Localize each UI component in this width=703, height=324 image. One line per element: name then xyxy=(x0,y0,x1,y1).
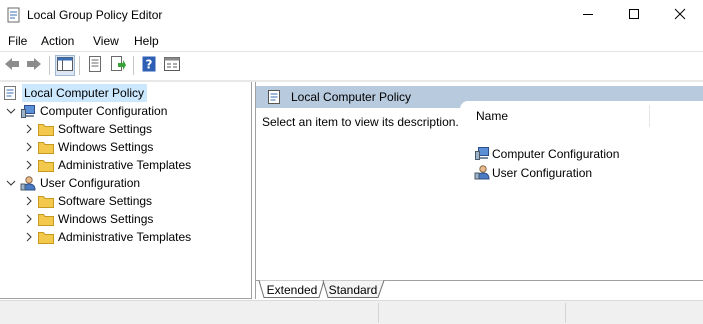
maximize-icon xyxy=(628,8,640,23)
title-bar: Local Group Policy Editor xyxy=(0,0,703,31)
tree-item-computer-windows-settings[interactable]: Windows Settings xyxy=(24,138,153,156)
toolbar: ? xyxy=(0,52,703,80)
chevron-right-icon[interactable] xyxy=(24,160,34,170)
chevron-right-icon[interactable] xyxy=(24,232,34,242)
back-arrow-icon xyxy=(4,57,20,74)
tree-item-label: Software Settings xyxy=(58,194,153,208)
status-separator xyxy=(378,303,379,323)
svg-text:?: ? xyxy=(146,58,153,72)
description-text: Select an item to view its description. xyxy=(262,115,459,129)
menu-help[interactable]: Help xyxy=(134,34,159,48)
status-bar xyxy=(0,300,703,324)
computer-icon xyxy=(20,103,36,119)
forward-button[interactable] xyxy=(24,55,44,76)
tab-standard[interactable]: Standard xyxy=(327,281,379,299)
close-button[interactable] xyxy=(657,0,703,31)
forward-arrow-icon xyxy=(26,57,42,74)
help-icon: ? xyxy=(142,56,156,75)
tree-item-computer-software-settings[interactable]: Software Settings xyxy=(24,120,152,138)
tab-extended[interactable]: Extended xyxy=(264,281,320,299)
properties-button[interactable] xyxy=(85,55,105,76)
status-separator xyxy=(565,303,566,323)
menu-bar: File Action View Help xyxy=(0,31,703,51)
help-button[interactable]: ? xyxy=(139,55,159,76)
extended-view-icon xyxy=(164,57,180,74)
list-item-computer-configuration[interactable]: Computer Configuration xyxy=(474,145,619,163)
tree-item-label: Computer Configuration xyxy=(40,104,168,118)
tree-item-user-windows-settings[interactable]: Windows Settings xyxy=(24,210,153,228)
tree-item-user-software-settings[interactable]: Software Settings xyxy=(24,192,152,210)
tree-item-label: User Configuration xyxy=(40,176,141,190)
menu-view[interactable]: View xyxy=(93,34,119,48)
chevron-right-icon[interactable] xyxy=(24,196,34,206)
back-button[interactable] xyxy=(2,55,22,76)
export-list-icon xyxy=(110,56,126,75)
list-item-label: User Configuration xyxy=(492,166,593,180)
folder-icon xyxy=(38,229,54,245)
tree-item-computer-configuration[interactable]: Computer Configuration xyxy=(6,102,167,120)
show-hide-console-tree-icon xyxy=(57,57,73,74)
toolbar-separator xyxy=(49,56,50,75)
console-tree: Local Computer Policy Computer Configura… xyxy=(0,82,252,299)
view-tabs: Extended Standard xyxy=(256,280,703,299)
folder-icon xyxy=(38,121,54,137)
window-title: Local Group Policy Editor xyxy=(27,8,163,22)
menu-file[interactable]: File xyxy=(8,34,27,48)
chevron-down-icon[interactable] xyxy=(6,106,16,116)
folder-icon xyxy=(38,211,54,227)
policy-scroll-icon xyxy=(266,89,282,108)
show-hide-console-tree-button[interactable] xyxy=(55,55,75,76)
chevron-right-icon[interactable] xyxy=(24,124,34,134)
close-icon xyxy=(674,8,686,23)
menu-action[interactable]: Action xyxy=(41,34,74,48)
user-icon xyxy=(20,175,36,191)
tree-root-label: Local Computer Policy xyxy=(24,86,145,100)
maximize-button[interactable] xyxy=(611,0,657,31)
chevron-right-icon[interactable] xyxy=(24,214,34,224)
toolbar-separator xyxy=(133,56,134,75)
folder-icon xyxy=(38,193,54,209)
properties-icon xyxy=(88,56,102,75)
export-list-button[interactable] xyxy=(108,55,128,76)
computer-icon xyxy=(474,145,490,164)
tree-root-item[interactable]: Local Computer Policy xyxy=(2,84,148,102)
list-item-user-configuration[interactable]: User Configuration xyxy=(474,164,592,182)
chevron-down-icon[interactable] xyxy=(6,178,16,188)
folder-icon xyxy=(38,139,54,155)
folder-icon xyxy=(38,157,54,173)
column-header-name[interactable]: Name xyxy=(474,105,650,127)
tree-item-label: Windows Settings xyxy=(58,140,154,154)
policy-scroll-icon xyxy=(2,85,18,101)
details-list: Name Computer Configuration User Configu… xyxy=(460,101,703,281)
details-content: Select an item to view its description. … xyxy=(256,101,703,281)
tree-item-computer-administrative-templates[interactable]: Administrative Templates xyxy=(24,156,191,174)
tree-item-label: Administrative Templates xyxy=(58,230,192,244)
toolbar-separator xyxy=(79,56,80,75)
tree-item-user-configuration[interactable]: User Configuration xyxy=(6,174,140,192)
user-icon xyxy=(474,164,490,183)
tree-item-label: Windows Settings xyxy=(58,212,154,226)
extended-view-button[interactable] xyxy=(162,55,182,76)
chevron-right-icon[interactable] xyxy=(24,142,34,152)
tree-item-label: Software Settings xyxy=(58,122,153,136)
list-item-label: Computer Configuration xyxy=(492,147,620,161)
tree-item-user-administrative-templates[interactable]: Administrative Templates xyxy=(24,228,191,246)
details-pane: Local Computer Policy Select an item to … xyxy=(255,82,703,299)
minimize-icon xyxy=(582,8,594,23)
policy-editor-icon xyxy=(7,7,21,23)
tree-item-label: Administrative Templates xyxy=(58,158,192,172)
minimize-button[interactable] xyxy=(565,0,611,31)
details-header-title: Local Computer Policy xyxy=(291,90,412,104)
